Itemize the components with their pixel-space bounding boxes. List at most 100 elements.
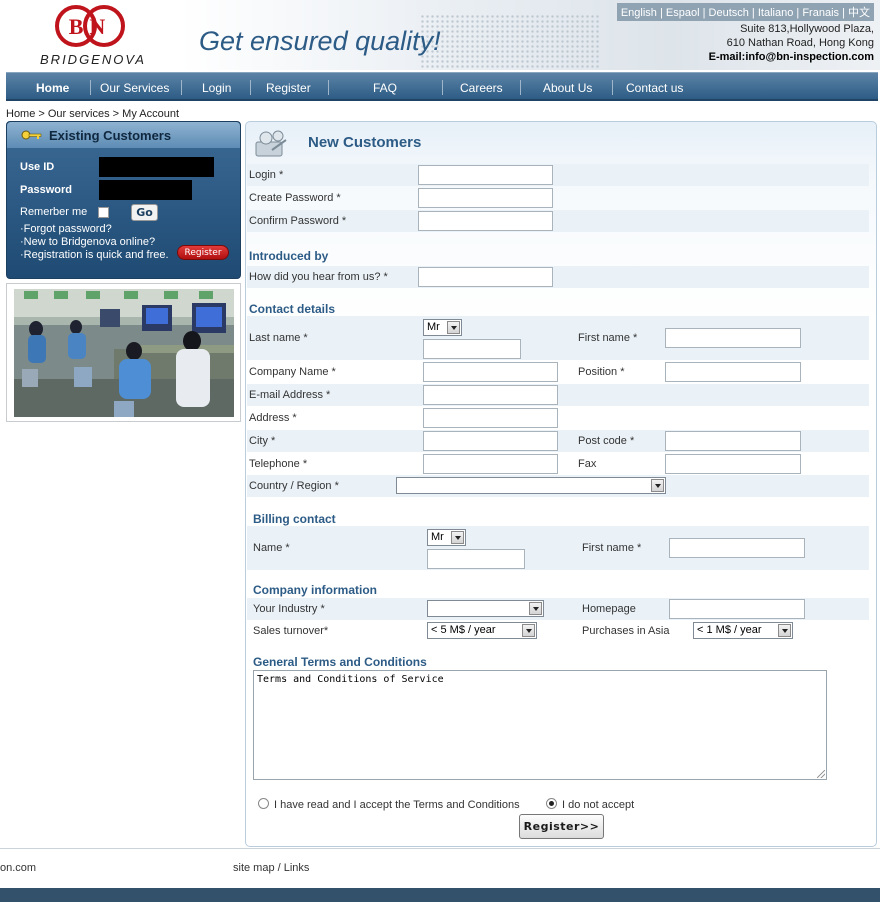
logo-letters: BN bbox=[69, 14, 112, 39]
company-information-heading: Company information bbox=[253, 583, 378, 597]
login-field[interactable] bbox=[418, 165, 553, 185]
address-line-1: Suite 813,Hollywood Plaza, bbox=[740, 23, 874, 35]
lang-francais[interactable]: Franais bbox=[802, 7, 839, 19]
footer-band bbox=[0, 888, 880, 902]
address-label: Address * bbox=[249, 412, 297, 424]
factory-photo-frame bbox=[6, 283, 241, 422]
nav-separator bbox=[181, 80, 182, 95]
company-name-label: Company Name * bbox=[249, 366, 336, 378]
title-select[interactable]: Mr bbox=[423, 319, 462, 336]
hear-about-us-label: How did you hear from us? * bbox=[249, 271, 388, 283]
city-label: City * bbox=[249, 435, 276, 447]
position-label: Position * bbox=[578, 366, 625, 378]
footer-divider bbox=[0, 848, 880, 849]
industry-label: Your Industry * bbox=[253, 603, 325, 615]
email-field[interactable] bbox=[423, 385, 558, 405]
nav-separator bbox=[442, 80, 443, 95]
forgot-password-link[interactable]: ·Forgot password? bbox=[20, 223, 169, 236]
introduced-by-heading: Introduced by bbox=[249, 249, 329, 263]
nav-faq[interactable]: FAQ bbox=[373, 81, 397, 95]
go-button[interactable]: Go bbox=[131, 204, 158, 221]
address-field[interactable] bbox=[423, 408, 558, 428]
confirm-password-field[interactable] bbox=[418, 211, 553, 231]
last-name-label: Last name * bbox=[249, 332, 308, 344]
register-button[interactable]: Register>> bbox=[519, 814, 604, 839]
fax-field[interactable] bbox=[665, 454, 801, 474]
sidebar-register-button[interactable]: Register bbox=[177, 245, 229, 260]
nav-separator bbox=[612, 80, 613, 95]
sales-turnover-select[interactable]: < 5 M$ / year bbox=[427, 622, 537, 639]
logo-mark: BN bbox=[55, 5, 125, 47]
login-help-links: ·Forgot password? ·New to Bridgenova onl… bbox=[20, 223, 169, 262]
address-line-2: 610 Nathan Road, Hong Kong bbox=[726, 37, 874, 49]
hear-about-us-field[interactable] bbox=[418, 267, 553, 287]
purchases-asia-label: Purchases in Asia bbox=[582, 625, 670, 637]
sales-turnover-value: < 5 M$ / year bbox=[431, 624, 496, 636]
purchases-asia-select[interactable]: < 1 M$ / year bbox=[693, 622, 793, 639]
contact-details-heading: Contact details bbox=[249, 302, 336, 316]
remember-me-checkbox[interactable] bbox=[98, 207, 109, 218]
row-band bbox=[247, 384, 869, 406]
country-select[interactable] bbox=[396, 477, 666, 494]
nav-home[interactable]: Home bbox=[36, 81, 69, 95]
country-label: Country / Region * bbox=[249, 480, 339, 492]
nav-our-services[interactable]: Our Services bbox=[100, 81, 169, 95]
userid-input[interactable] bbox=[99, 157, 214, 177]
create-password-label: Create Password * bbox=[249, 192, 341, 204]
key-icon bbox=[21, 130, 42, 140]
industry-select[interactable] bbox=[427, 600, 544, 617]
decline-terms-radio[interactable] bbox=[546, 798, 557, 809]
accept-terms-label: I have read and I accept the Terms and C… bbox=[274, 799, 520, 811]
password-label: Password bbox=[20, 184, 72, 196]
logo[interactable]: BN BRIDGENOVA bbox=[38, 4, 148, 68]
existing-customers-box: Existing Customers Use ID Password Remer… bbox=[6, 121, 241, 279]
first-name-field[interactable] bbox=[665, 328, 801, 348]
terms-textarea[interactable]: Terms and Conditions of Service bbox=[253, 670, 827, 780]
logo-text: BRIDGENOVA bbox=[40, 52, 146, 67]
nav-careers[interactable]: Careers bbox=[460, 81, 503, 95]
users-icon bbox=[255, 130, 287, 157]
lang-italiano[interactable]: Italiano bbox=[758, 7, 793, 19]
homepage-label: Homepage bbox=[582, 603, 636, 615]
billing-first-name-field[interactable] bbox=[669, 538, 805, 558]
nav-login[interactable]: Login bbox=[202, 81, 231, 95]
row-band bbox=[247, 164, 869, 186]
last-name-field[interactable] bbox=[423, 339, 521, 359]
nav-contact-us[interactable]: Contact us bbox=[626, 81, 683, 95]
login-box-header: Existing Customers bbox=[7, 122, 240, 148]
homepage-field[interactable] bbox=[669, 599, 805, 619]
lang-deutsch[interactable]: Deutsch bbox=[709, 7, 749, 19]
breadcrumb[interactable]: Home > Our services > My Account bbox=[6, 108, 179, 120]
world-map-graphic bbox=[420, 14, 600, 70]
lang-chinese[interactable]: 中文 bbox=[848, 7, 870, 19]
company-name-field[interactable] bbox=[423, 362, 558, 382]
nav-about-us[interactable]: About Us bbox=[543, 81, 592, 95]
create-password-field[interactable] bbox=[418, 188, 553, 208]
factory-workers-photo bbox=[14, 289, 234, 417]
contact-email[interactable]: E-mail:info@bn-inspection.com bbox=[709, 50, 874, 64]
login-box-title: Existing Customers bbox=[49, 128, 172, 143]
billing-title-select[interactable]: Mr bbox=[427, 529, 466, 546]
password-input[interactable] bbox=[99, 180, 192, 200]
sales-turnover-label: Sales turnover* bbox=[253, 625, 329, 637]
telephone-label: Telephone * bbox=[249, 458, 308, 470]
postcode-field[interactable] bbox=[665, 431, 801, 451]
nav-separator bbox=[90, 80, 91, 95]
lang-english[interactable]: English bbox=[621, 7, 657, 19]
city-field[interactable] bbox=[423, 431, 558, 451]
resize-grip-icon[interactable] bbox=[817, 770, 825, 778]
nav-register[interactable]: Register bbox=[266, 81, 311, 95]
decline-terms-label: I do not accept bbox=[562, 799, 635, 811]
footer-links[interactable]: site map / Links bbox=[233, 862, 309, 874]
billing-name-field[interactable] bbox=[427, 549, 525, 569]
header: English | Espaol | Deutsch | Italiano | … bbox=[0, 0, 880, 72]
lang-espanol[interactable]: Espaol bbox=[666, 7, 700, 19]
first-name-label: First name * bbox=[578, 332, 638, 344]
accept-terms-radio[interactable] bbox=[258, 798, 269, 809]
telephone-field[interactable] bbox=[423, 454, 558, 474]
tagline: Get ensured quality! bbox=[199, 26, 441, 56]
remember-me-label: Remerber me bbox=[20, 206, 88, 218]
footer-domain: on.com bbox=[0, 862, 37, 874]
position-field[interactable] bbox=[665, 362, 801, 382]
title-select-value: Mr bbox=[427, 321, 440, 333]
